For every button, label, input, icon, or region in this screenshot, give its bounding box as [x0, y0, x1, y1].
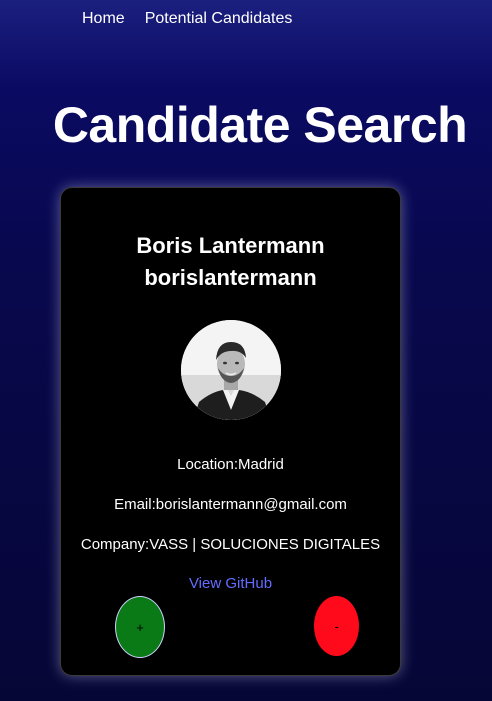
avatar-photo: [181, 320, 281, 420]
add-candidate-button[interactable]: +: [115, 596, 165, 658]
candidate-username: borislantermann: [144, 265, 317, 290]
candidate-location: Location:Madrid: [177, 456, 284, 473]
candidate-name: Boris Lantermann: [136, 233, 325, 258]
candidate-card: Boris Lantermann borislantermann Locatio…: [60, 187, 401, 676]
reject-candidate-button[interactable]: -: [314, 596, 359, 656]
view-github-link[interactable]: View GitHub: [61, 575, 400, 592]
nav-link-potential-candidates[interactable]: Potential Candidates: [145, 10, 293, 28]
candidate-email: Email:borislantermann@gmail.com: [114, 496, 347, 513]
page-title: Candidate Search: [52, 97, 468, 153]
top-nav: Home Potential Candidates: [82, 10, 292, 28]
candidate-company: Company:VASS | SOLUCIONES DIGITALES: [80, 536, 381, 553]
candidate-heading: Boris Lantermann borislantermann: [61, 230, 400, 294]
nav-link-home[interactable]: Home: [82, 10, 125, 28]
avatar: [181, 320, 281, 420]
